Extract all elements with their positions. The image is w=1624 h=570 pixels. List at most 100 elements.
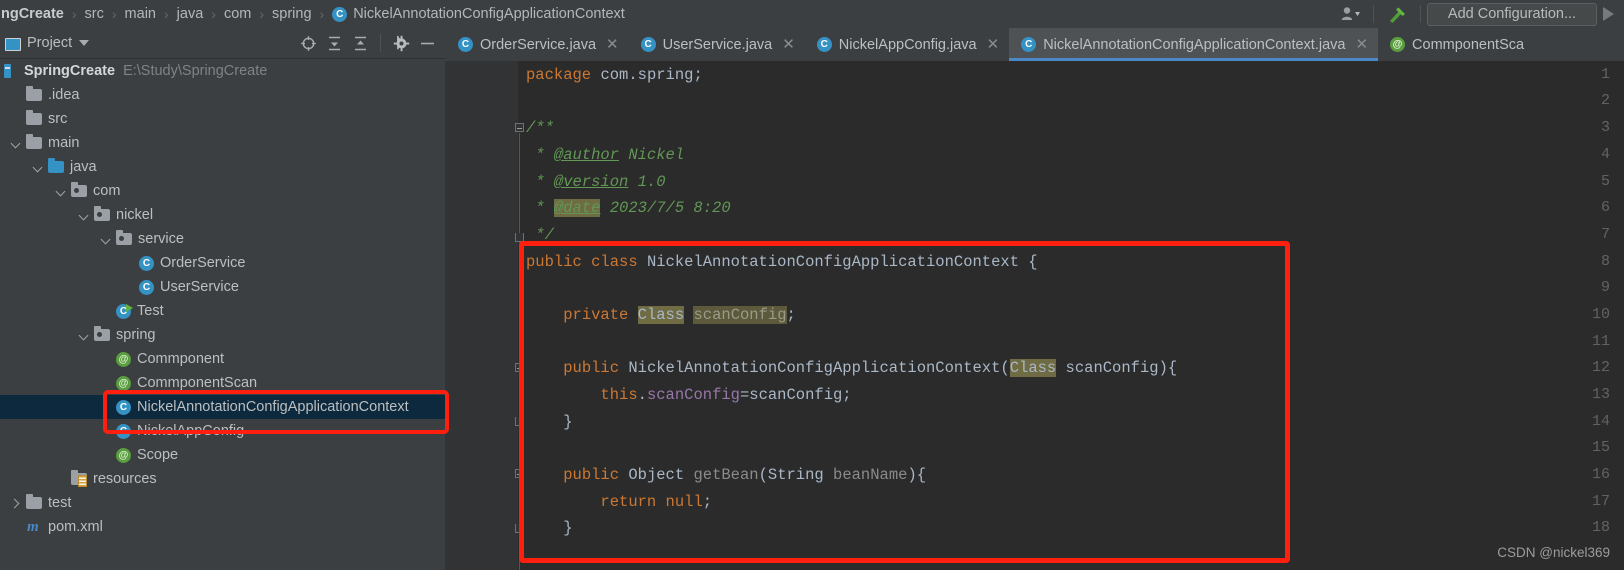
- java-class-icon: C: [332, 6, 348, 22]
- editor-gutter[interactable]: [445, 61, 518, 570]
- tree-row-userservice[interactable]: C UserService: [0, 275, 445, 299]
- java-class-icon: C: [458, 37, 473, 52]
- code-fold-end-icon: [515, 233, 524, 242]
- tree-row-service[interactable]: service: [0, 227, 445, 251]
- tab-nickelannotationconfigapplicationcontext[interactable]: C NickelAnnotationConfigApplicationConte…: [1009, 28, 1379, 61]
- code-fold-collapse-icon[interactable]: [515, 363, 524, 372]
- folder-icon: [26, 134, 43, 151]
- line-number: 7: [1600, 226, 1610, 243]
- package-icon: [71, 182, 88, 199]
- expand-arrow-icon[interactable]: [55, 185, 68, 198]
- breadcrumb-separator-icon: ›: [319, 6, 325, 22]
- code-editor[interactable]: 1 2 3 4 5 6 7 8 9 10 11 12 13 14 15 16 1…: [445, 61, 1624, 570]
- close-icon[interactable]: ✕: [987, 37, 1000, 52]
- add-configuration-button[interactable]: Add Configuration...: [1427, 2, 1597, 26]
- package-icon: [116, 230, 133, 247]
- tab-nickelappconfig[interactable]: C NickelAppConfig.java ✕: [804, 28, 1010, 61]
- close-icon[interactable]: ✕: [606, 37, 619, 52]
- java-class-icon: C: [1021, 37, 1037, 52]
- code-fold-line: [519, 256, 520, 570]
- tree-row-scope[interactable]: @ Scope: [0, 443, 445, 467]
- line-number: 16: [1591, 466, 1610, 483]
- package-icon: [94, 326, 111, 343]
- locate-target-button[interactable]: [296, 31, 320, 55]
- tree-row-java[interactable]: java: [0, 155, 445, 179]
- project-panel-header: Project: [0, 28, 445, 59]
- tree-item-label: java: [70, 159, 97, 175]
- collapse-all-button[interactable]: [348, 31, 372, 55]
- tab-commponentscan[interactable]: @ CommponentSca: [1378, 28, 1535, 61]
- hide-panel-button[interactable]: [415, 31, 439, 55]
- maven-file-icon: m: [27, 519, 39, 535]
- settings-button[interactable]: [389, 31, 413, 55]
- tree-row-main[interactable]: main: [0, 131, 445, 155]
- breadcrumb-item-java[interactable]: java: [176, 6, 205, 22]
- expand-arrow-icon[interactable]: [32, 161, 45, 174]
- java-class-icon: C: [816, 37, 832, 52]
- java-annotation-icon: @: [1390, 37, 1406, 52]
- tree-row-orderservice[interactable]: C OrderService: [0, 251, 445, 275]
- source-folder-icon: [48, 158, 65, 175]
- expand-arrow-icon[interactable]: [10, 137, 23, 150]
- tree-row-spring[interactable]: spring: [0, 323, 445, 347]
- code-fold-collapse-icon[interactable]: [515, 469, 524, 478]
- tab-orderservice[interactable]: C OrderService.java ✕: [446, 28, 629, 61]
- breadcrumb-item-main[interactable]: main: [124, 6, 157, 22]
- close-icon[interactable]: ✕: [1355, 37, 1368, 52]
- tree-item-label: OrderService: [160, 255, 246, 271]
- code-fold-end-icon: [515, 417, 524, 426]
- folder-icon: [26, 110, 43, 127]
- tree-item-label: com: [93, 183, 121, 199]
- close-icon[interactable]: ✕: [782, 37, 795, 52]
- line-number: 4: [1600, 146, 1610, 163]
- tree-row-nickelannotationconfigapplicationcontext[interactable]: C NickelAnnotationConfigApplicationConte…: [0, 395, 445, 419]
- tree-item-label: test: [48, 495, 72, 511]
- tree-row-resources[interactable]: resources: [0, 467, 445, 491]
- expand-all-icon: [328, 36, 340, 50]
- breadcrumb-item-class[interactable]: C NickelAnnotationConfigApplicationConte…: [331, 6, 626, 22]
- code-line-1: package com.spring;: [526, 66, 703, 84]
- tree-row-commponentscan[interactable]: @ CommponentScan: [0, 371, 445, 395]
- toolbar-divider: [380, 34, 381, 52]
- breadcrumb: ngCreate › src › main › java › com › spr…: [0, 6, 626, 22]
- project-tree[interactable]: SpringCreate E:\Study\SpringCreate .idea…: [0, 59, 445, 570]
- code-fold-collapse-icon[interactable]: [515, 123, 524, 132]
- tab-userservice[interactable]: C UserService.java ✕: [628, 28, 805, 61]
- tree-row-pomxml[interactable]: m pom.xml: [0, 515, 445, 539]
- line-number: 2: [1600, 92, 1610, 109]
- tree-row-nickel[interactable]: nickel: [0, 203, 445, 227]
- code-line-18: }: [526, 519, 573, 537]
- expand-arrow-icon[interactable]: [78, 329, 91, 342]
- breadcrumb-item-spring[interactable]: spring: [271, 6, 313, 22]
- breadcrumb-item-project[interactable]: ngCreate: [0, 6, 65, 22]
- editor-tab-bar: C OrderService.java ✕ C UserService.java…: [445, 28, 1624, 61]
- project-view-selector[interactable]: Project: [0, 35, 90, 51]
- tree-row-test-class[interactable]: C Test: [0, 299, 445, 323]
- tree-item-label: Scope: [137, 447, 179, 463]
- run-button[interactable]: [1597, 1, 1620, 27]
- tree-item-label: nickel: [116, 207, 154, 223]
- tree-row-com[interactable]: com: [0, 179, 445, 203]
- tree-row-nickelappconfig[interactable]: C NickelAppConfig: [0, 419, 445, 443]
- tree-row-test-folder[interactable]: test: [0, 491, 445, 515]
- user-avatar-button[interactable]: [1335, 1, 1367, 27]
- breadcrumb-item-src[interactable]: src: [84, 6, 105, 22]
- expand-arrow-icon[interactable]: [100, 233, 113, 246]
- folder-icon: [26, 494, 43, 511]
- breadcrumb-separator-icon: ›: [259, 6, 265, 22]
- tree-row-idea[interactable]: .idea: [0, 83, 445, 107]
- tree-row-springcreate[interactable]: SpringCreate E:\Study\SpringCreate: [0, 59, 445, 83]
- breadcrumb-item-com[interactable]: com: [223, 6, 252, 22]
- tree-row-commponent[interactable]: @ Commponent: [0, 347, 445, 371]
- collapse-arrow-icon[interactable]: [10, 497, 23, 510]
- expand-all-button[interactable]: [322, 31, 346, 55]
- build-project-button[interactable]: [1380, 1, 1414, 27]
- code-fold-line: [519, 133, 520, 243]
- tree-row-src[interactable]: src: [0, 107, 445, 131]
- code-line-4: * @author Nickel: [526, 146, 685, 164]
- expand-arrow-icon[interactable]: [78, 209, 91, 222]
- navigation-bar: ngCreate › src › main › java › com › spr…: [0, 0, 1624, 28]
